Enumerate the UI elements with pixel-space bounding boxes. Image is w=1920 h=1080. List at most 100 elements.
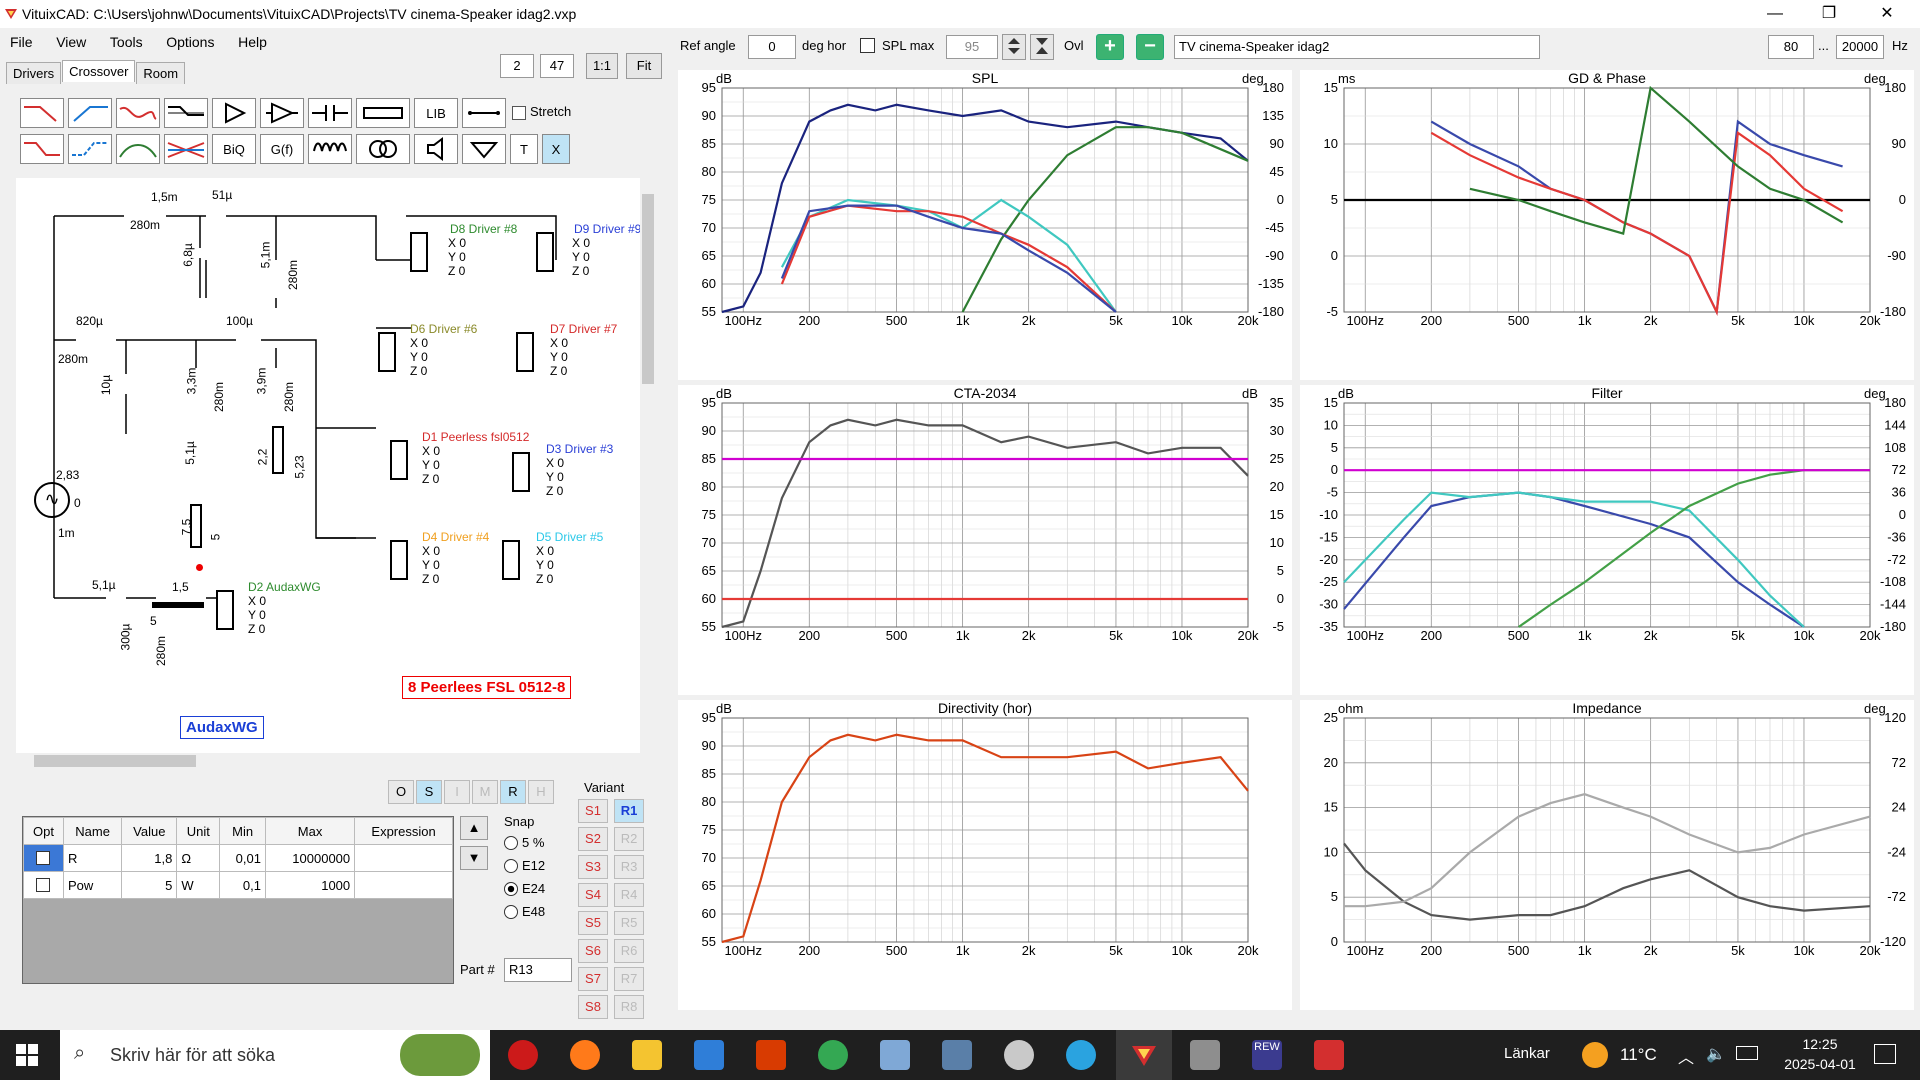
battery-icon[interactable] xyxy=(1736,1046,1758,1060)
chart-filter[interactable]: Filter dB deg 100Hz 200 500 1k 2k 5k 10k 20k 15 10 5 0… xyxy=(1300,385,1914,695)
vituixcad-taskbar-item[interactable] xyxy=(1116,1030,1172,1080)
variant-s6-button[interactable]: S6 xyxy=(578,939,608,963)
weather-icon[interactable] xyxy=(1582,1042,1608,1068)
capacitor-button[interactable] xyxy=(308,98,352,128)
variant-r3-button[interactable]: R3 xyxy=(614,855,644,879)
snap-option-e48[interactable]: E48 xyxy=(500,900,558,923)
biquad-button[interactable]: BiQ xyxy=(212,134,256,164)
shelf-button[interactable] xyxy=(164,98,208,128)
minimize-button[interactable]: — xyxy=(1752,0,1798,28)
library-button[interactable]: LIB xyxy=(414,98,458,128)
snap-option-5pct[interactable]: 5 % xyxy=(500,831,558,854)
tab-room[interactable]: Room xyxy=(136,62,186,84)
mode-i-button[interactable]: I xyxy=(444,780,470,804)
driver-d8[interactable] xyxy=(410,232,428,272)
computer-icon[interactable] xyxy=(880,1040,910,1070)
variant-r4-button[interactable]: R4 xyxy=(614,883,644,907)
variant-s7-button[interactable]: S7 xyxy=(578,967,608,991)
driver-d7[interactable] xyxy=(516,332,534,372)
driver-d9[interactable] xyxy=(536,232,554,272)
peaking-button[interactable] xyxy=(116,98,160,128)
table-row[interactable]: R 1,8 Ω 0,01 10000000 xyxy=(23,844,453,872)
l2-value[interactable]: 5,1m xyxy=(258,242,272,269)
menu-tools[interactable]: Tools xyxy=(100,30,153,54)
opt-checkbox[interactable] xyxy=(36,851,51,865)
snap-option-e24[interactable]: E24 xyxy=(500,877,558,900)
resistor-r2[interactable] xyxy=(190,504,202,548)
menu-help[interactable]: Help xyxy=(228,30,277,54)
c4-value[interactable]: 100µ xyxy=(226,314,253,328)
freq-max-input[interactable]: 20000 xyxy=(1836,35,1884,59)
spl-max-checkbox[interactable] xyxy=(860,38,875,53)
variant-s5-button[interactable]: S5 xyxy=(578,911,608,935)
row-value[interactable]: 1,8 xyxy=(121,844,178,872)
file-explorer-icon[interactable] xyxy=(632,1040,662,1070)
variant-r7-button[interactable]: R7 xyxy=(614,967,644,991)
transformer-button[interactable] xyxy=(356,134,410,164)
wire-button[interactable] xyxy=(462,98,506,128)
resistor-r3[interactable] xyxy=(152,602,204,608)
maximize-button[interactable]: ❐ xyxy=(1806,0,1852,28)
schematic-hscroll[interactable] xyxy=(16,753,638,769)
label-peerless[interactable]: 8 Peerlees FSL 0512-8 xyxy=(402,676,572,699)
allpass-button[interactable] xyxy=(164,134,208,164)
driver-d5[interactable] xyxy=(502,540,520,580)
ref-angle-input[interactable]: 0 xyxy=(748,35,796,59)
signal-source[interactable]: ∿ xyxy=(34,482,70,518)
l6-value[interactable]: 300µ xyxy=(118,624,132,651)
updown-button[interactable] xyxy=(1002,34,1026,60)
chart-spl[interactable]: SPL dB deg 100Hz 200 500 1k 2k 5k 10k 20k 95 90 85 80 7… xyxy=(678,70,1292,380)
col-value[interactable]: Value xyxy=(121,817,178,845)
variant-s3-button[interactable]: S3 xyxy=(578,855,608,879)
resistor-button[interactable] xyxy=(356,98,410,128)
variant-r2-button[interactable]: R2 xyxy=(614,827,644,851)
row-min[interactable]: 0,1 xyxy=(219,871,266,899)
telegram-icon[interactable] xyxy=(1066,1040,1096,1070)
vscroll-thumb[interactable] xyxy=(642,194,654,384)
mode-m-button[interactable]: M xyxy=(472,780,498,804)
menu-file[interactable]: File xyxy=(0,30,43,54)
monitor-app-icon[interactable] xyxy=(1190,1040,1220,1070)
tab-crossover[interactable]: Crossover xyxy=(62,60,136,82)
c1-value[interactable]: 51µ xyxy=(212,188,232,202)
driver-button[interactable] xyxy=(414,134,458,164)
driver-d2[interactable] xyxy=(216,590,234,630)
links-toolbar[interactable]: Länkar xyxy=(1504,1045,1550,1062)
stretch-checkbox[interactable] xyxy=(512,106,526,120)
windows-start-icon[interactable] xyxy=(16,1044,38,1066)
volume-icon[interactable]: 🔈 xyxy=(1706,1044,1726,1064)
c6-value[interactable]: 5,1µ xyxy=(92,578,116,592)
l4-value[interactable]: 3,3m xyxy=(184,368,198,395)
chart-impedance[interactable]: Impedance ohm deg 100Hz 200 500 1k 2k 5k 10k 20k 25… xyxy=(1300,700,1914,1010)
driver-d1[interactable] xyxy=(390,440,408,480)
opamp-button[interactable] xyxy=(260,98,304,128)
overlay-name-input[interactable]: TV cinema-Speaker idag2 xyxy=(1174,35,1540,59)
col-unit[interactable]: Unit xyxy=(176,817,221,845)
pdf-icon[interactable] xyxy=(1314,1040,1344,1070)
c2-value[interactable]: 6,8µ xyxy=(181,243,195,267)
col-expression[interactable]: Expression xyxy=(354,817,453,845)
schematic-vscroll[interactable] xyxy=(640,178,656,753)
zoom-value-2[interactable]: 47 xyxy=(540,54,574,78)
notification-icon[interactable] xyxy=(1874,1044,1896,1064)
driver-d3[interactable] xyxy=(512,452,530,492)
col-max[interactable]: Max xyxy=(264,817,356,845)
inductor-button[interactable] xyxy=(308,134,352,164)
mode-s-button[interactable]: S xyxy=(416,780,442,804)
highpass-button[interactable] xyxy=(68,98,112,128)
l3-value[interactable]: 820µ xyxy=(76,314,103,328)
l1-value[interactable]: 1,5m xyxy=(151,190,178,204)
table-row[interactable]: Pow 5 W 0,1 1000 xyxy=(23,871,453,899)
collapse-button[interactable] xyxy=(1030,34,1054,60)
gf-button[interactable]: G(f) xyxy=(260,134,304,164)
fit-button[interactable]: Fit xyxy=(626,53,662,79)
x-button[interactable]: X xyxy=(542,134,570,164)
driver-d4[interactable] xyxy=(390,540,408,580)
text-button[interactable]: T xyxy=(510,134,538,164)
lowpass-2-button[interactable] xyxy=(20,134,64,164)
taskbar-search[interactable]: ⌕ Skriv här för att söka xyxy=(60,1030,490,1080)
col-name[interactable]: Name xyxy=(62,817,123,845)
row-expression[interactable] xyxy=(354,844,453,872)
clock-date[interactable]: 2025-04-01 xyxy=(1780,1056,1860,1072)
overlay-add-button[interactable]: + xyxy=(1096,34,1124,60)
